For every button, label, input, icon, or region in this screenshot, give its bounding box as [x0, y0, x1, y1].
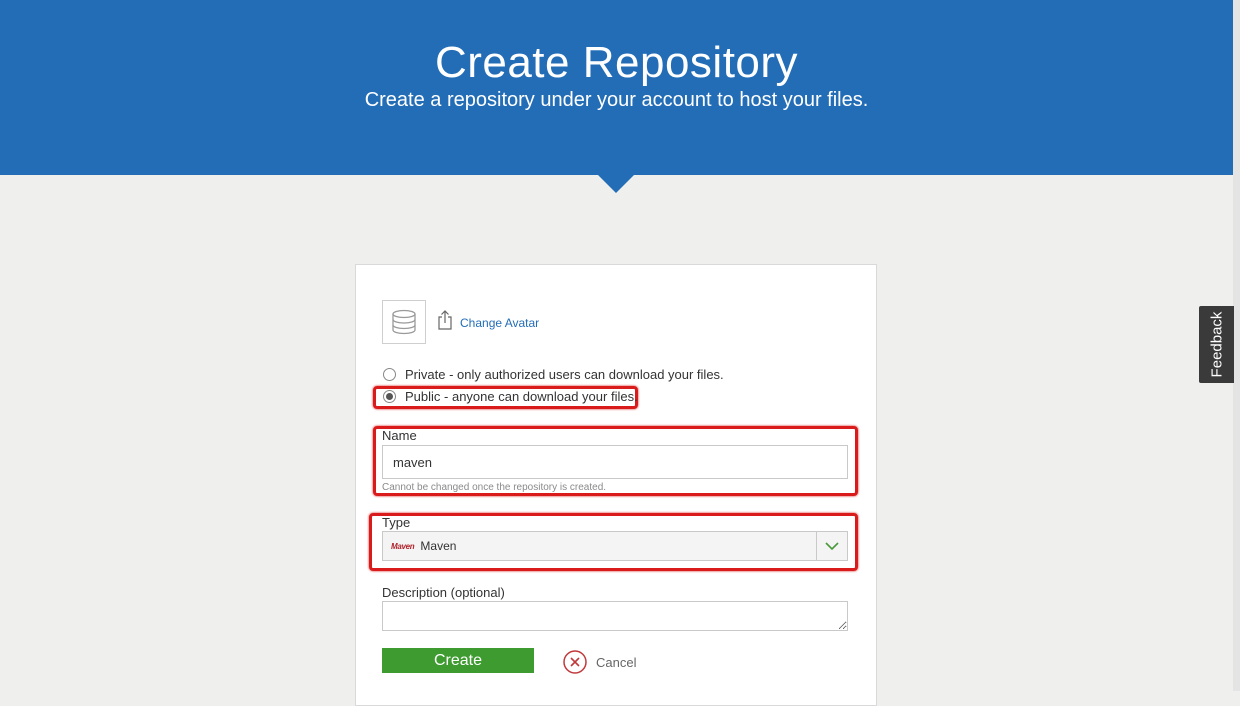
name-hint: Cannot be changed once the repository is… [382, 482, 607, 493]
cancel-label: Cancel [596, 654, 637, 670]
type-dropdown-toggle[interactable] [816, 532, 847, 560]
page-title: Create Repository [434, 38, 799, 87]
private-radio-label: Private - only authorized users can down… [405, 367, 724, 382]
page-scrollbar[interactable] [1233, 0, 1240, 691]
name-label: Name [382, 428, 417, 443]
type-selected-value: Maven [420, 539, 457, 553]
repository-avatar [382, 300, 426, 344]
cancel-circle-icon [563, 650, 587, 674]
visibility-option-private[interactable]: Private - only authorized users can down… [383, 367, 724, 382]
repository-name-input[interactable] [382, 445, 848, 479]
public-radio-label: Public - anyone can download your files. [405, 389, 638, 404]
type-label: Type [382, 515, 411, 530]
header-pointer [598, 175, 634, 193]
database-icon [392, 309, 416, 335]
upload-icon[interactable] [437, 310, 453, 330]
description-label: Description (optional) [382, 585, 505, 600]
private-radio[interactable] [383, 368, 396, 381]
feedback-tab[interactable]: Feedback [1199, 306, 1234, 383]
visibility-option-public[interactable]: Public - anyone can download your files. [383, 389, 638, 404]
change-avatar-link[interactable]: Change Avatar [460, 316, 539, 330]
chevron-down-icon [825, 542, 839, 550]
maven-logo-icon: Maven [391, 541, 415, 551]
feedback-label: Feedback [1208, 311, 1225, 378]
type-select[interactable]: Maven Maven [382, 531, 848, 561]
page-subtitle: Create a repository under your account t… [364, 89, 869, 111]
public-radio[interactable] [383, 390, 396, 403]
create-repository-form: Change Avatar Private - only authorized … [355, 264, 877, 706]
page-header: Create Repository Create a repository un… [0, 0, 1233, 175]
description-textarea[interactable] [382, 601, 848, 631]
create-button[interactable]: Create [382, 648, 534, 673]
cancel-button[interactable]: Cancel [563, 650, 636, 674]
